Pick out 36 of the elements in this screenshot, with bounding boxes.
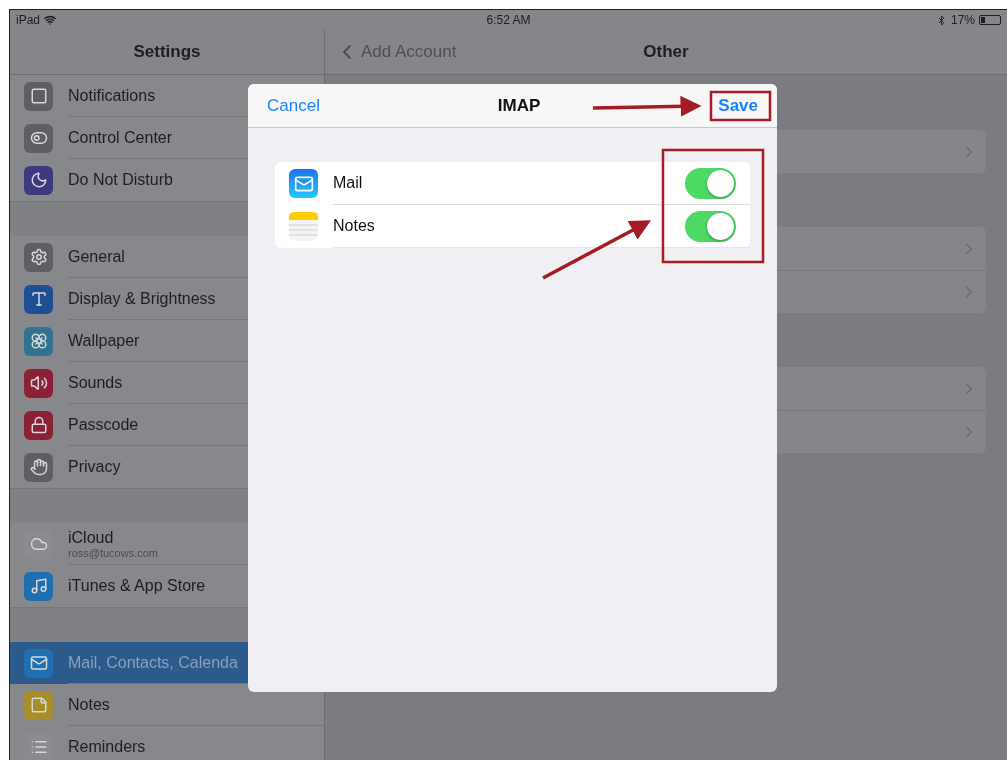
highlight-frame [709, 90, 772, 122]
service-label: Notes [333, 217, 375, 235]
page-title: Other [643, 42, 689, 62]
dialog-title: IMAP [497, 95, 541, 116]
settings-item-label: Passcode [68, 415, 139, 434]
cancel-link[interactable]: Cancel [267, 95, 320, 116]
toggle-switch[interactable] [685, 167, 736, 199]
toggle-switch[interactable] [685, 210, 736, 242]
service-label: Mail [333, 174, 363, 192]
notes-app-icon [289, 212, 318, 241]
account-email: ross@tucows.com [68, 546, 159, 559]
settings-item-label: Reminders [68, 738, 146, 756]
battery-icon [979, 15, 1001, 25]
battery-percentage: 17% [950, 13, 975, 27]
clock: 6:52 AM [486, 13, 531, 27]
settings-title-bar: Settings [10, 30, 324, 75]
settings-item-label: Mail, Contacts, Calenda [68, 653, 238, 672]
settings-item-label: Sounds [68, 373, 123, 392]
settings-item-label: Wallpaper [68, 331, 140, 350]
settings-item[interactable]: Do Not Disturb [10, 159, 324, 201]
settings-item[interactable]: iTunes & App Store [10, 565, 324, 607]
save-link[interactable]: Save [718, 95, 758, 116]
mail-app-icon [289, 169, 318, 198]
settings-item-label: Privacy [68, 458, 121, 476]
settings-item-label: Do Not Disturb [68, 171, 173, 189]
settings-item-label: Notes [68, 695, 110, 714]
settings-item-label: Display & Brightness [68, 289, 216, 308]
settings-item-label: Control Center [68, 128, 173, 147]
settings-item[interactable]: Reminders [10, 726, 324, 760]
settings-item-label: iCloud [68, 528, 114, 547]
settings-item-label: iTunes & App Store [68, 577, 206, 595]
settings-item-label: General [68, 247, 125, 266]
device-name: iPad [16, 13, 41, 27]
settings-item-label: Notifications [68, 86, 156, 105]
wifi-icon [44, 14, 57, 26]
settings-item[interactable]: Privacy [10, 446, 324, 488]
